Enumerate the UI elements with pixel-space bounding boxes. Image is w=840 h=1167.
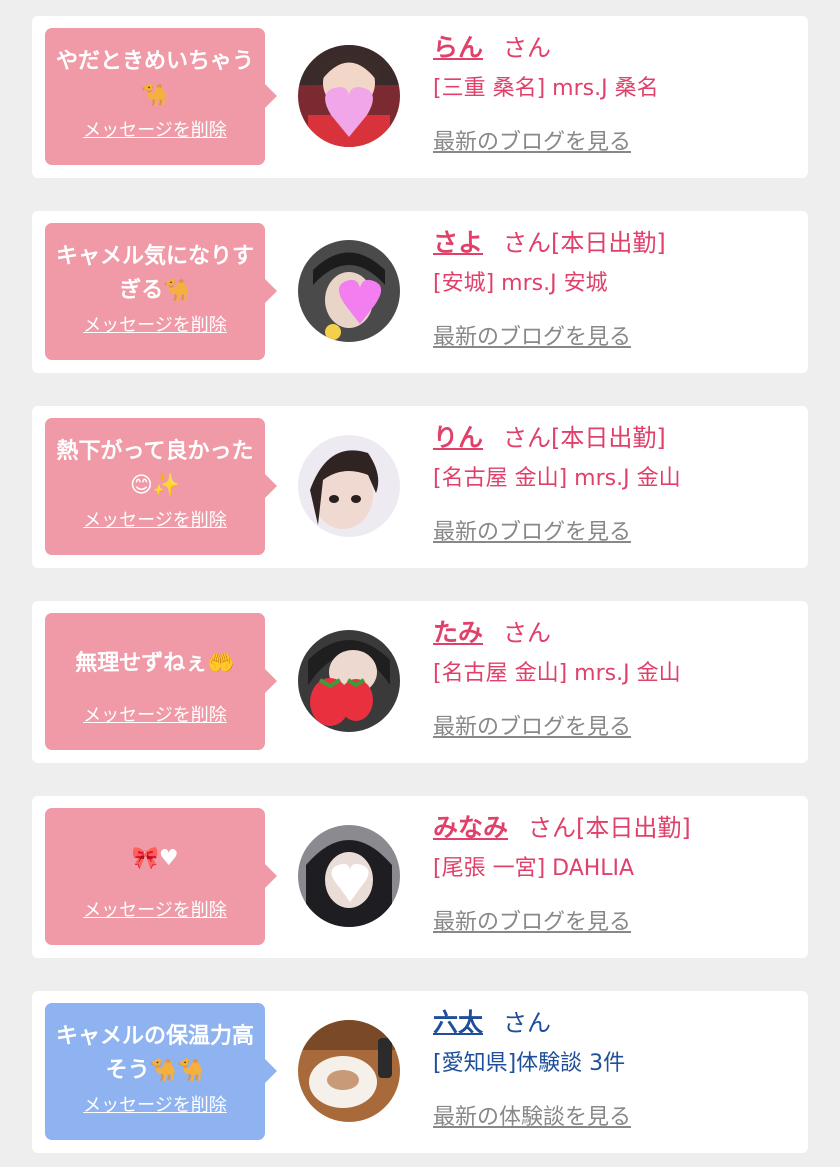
delete-message-link[interactable]: メッセージを削除 [53, 510, 257, 532]
profile-info: らん さん [三重 桑名] mrs.J 桑名 最新のブログを見る [433, 30, 803, 158]
avatar[interactable] [298, 435, 400, 537]
honorific-status: さん[本日出勤] [528, 814, 691, 842]
delete-message-link[interactable]: メッセージを削除 [53, 315, 257, 337]
name-link[interactable]: さよ [433, 228, 483, 257]
latest-blog-link[interactable]: 最新のブログを見る [433, 128, 803, 158]
message-card: 無理せずねぇ🤲 メッセージを削除 たみ さん [名古屋 金山] mrs.J 金山 … [32, 601, 808, 763]
name-link[interactable]: 六太 [433, 1008, 483, 1037]
message-card: キャメル気になりすぎる🐪 メッセージを削除 さよ さん[本日出勤] [安城] mr… [32, 211, 808, 373]
honorific-status: さん [503, 34, 552, 62]
message-text: 🎀♥ [131, 846, 179, 871]
avatar[interactable] [298, 240, 400, 342]
shop-label: [愛知県]体験談 3件 [433, 1051, 626, 1076]
shop-label: [尾張 一宮] DAHLIA [433, 856, 635, 881]
delete-message-link[interactable]: メッセージを削除 [53, 705, 257, 727]
message-bubble: 🎀♥ メッセージを削除 [45, 808, 277, 945]
message-text: キャメルの保温力高そう🐪🐪 [55, 1024, 254, 1083]
message-text: キャメル気になりすぎる🐪 [55, 244, 254, 303]
message-text: やだときめいちゃう🐪 [55, 49, 254, 108]
honorific-status: さん[本日出勤] [503, 424, 666, 452]
name-link[interactable]: りん [433, 423, 483, 452]
latest-review-link[interactable]: 最新の体験談を見る [433, 1103, 803, 1133]
message-card: 🎀♥ メッセージを削除 みなみ さん[本日出勤] [尾張 一宮] DAHLIA 最… [32, 796, 808, 958]
message-card: やだときめいちゃう🐪 メッセージを削除 らん さん [三重 桑名] mrs.J 桑… [32, 16, 808, 178]
honorific-status: さん [503, 619, 552, 647]
message-bubble: 無理せずねぇ🤲 メッセージを削除 [45, 613, 277, 750]
profile-info: さよ さん[本日出勤] [安城] mrs.J 安城 最新のブログを見る [433, 225, 803, 353]
message-text: 無理せずねぇ🤲 [75, 651, 235, 676]
latest-blog-link[interactable]: 最新のブログを見る [433, 323, 803, 353]
latest-blog-link[interactable]: 最新のブログを見る [433, 518, 803, 548]
delete-message-link[interactable]: メッセージを削除 [53, 1095, 257, 1117]
avatar[interactable] [298, 45, 400, 147]
message-bubble: キャメル気になりすぎる🐪 メッセージを削除 [45, 223, 277, 360]
message-bubble: 熱下がって良かった😊✨ メッセージを削除 [45, 418, 277, 555]
latest-blog-link[interactable]: 最新のブログを見る [433, 713, 803, 743]
shop-label: [安城] mrs.J 安城 [433, 271, 608, 296]
avatar[interactable] [298, 630, 400, 732]
message-bubble: キャメルの保温力高そう🐪🐪 メッセージを削除 [45, 1003, 277, 1140]
profile-info: 六太 さん [愛知県]体験談 3件 最新の体験談を見る [433, 1005, 803, 1133]
delete-message-link[interactable]: メッセージを削除 [53, 120, 257, 142]
shop-label: [名古屋 金山] mrs.J 金山 [433, 661, 681, 686]
message-card: キャメルの保温力高そう🐪🐪 メッセージを削除 六太 さん [愛知県]体験談 3件 … [32, 991, 808, 1153]
message-bubble: やだときめいちゃう🐪 メッセージを削除 [45, 28, 277, 165]
profile-info: みなみ さん[本日出勤] [尾張 一宮] DAHLIA 最新のブログを見る [433, 810, 803, 938]
delete-message-link[interactable]: メッセージを削除 [53, 900, 257, 922]
message-card: 熱下がって良かった😊✨ メッセージを削除 りん さん[本日出勤] [名古屋 金山]… [32, 406, 808, 568]
name-link[interactable]: らん [433, 33, 483, 62]
avatar[interactable] [298, 1020, 400, 1122]
name-link[interactable]: たみ [433, 618, 483, 647]
profile-info: りん さん[本日出勤] [名古屋 金山] mrs.J 金山 最新のブログを見る [433, 420, 803, 548]
avatar[interactable] [298, 825, 400, 927]
honorific-status: さん [503, 1009, 552, 1037]
honorific-status: さん[本日出勤] [503, 229, 666, 257]
name-link[interactable]: みなみ [433, 813, 508, 842]
latest-blog-link[interactable]: 最新のブログを見る [433, 908, 803, 938]
shop-label: [三重 桑名] mrs.J 桑名 [433, 76, 659, 101]
message-text: 熱下がって良かった😊✨ [56, 439, 254, 498]
shop-label: [名古屋 金山] mrs.J 金山 [433, 466, 681, 491]
profile-info: たみ さん [名古屋 金山] mrs.J 金山 最新のブログを見る [433, 615, 803, 743]
